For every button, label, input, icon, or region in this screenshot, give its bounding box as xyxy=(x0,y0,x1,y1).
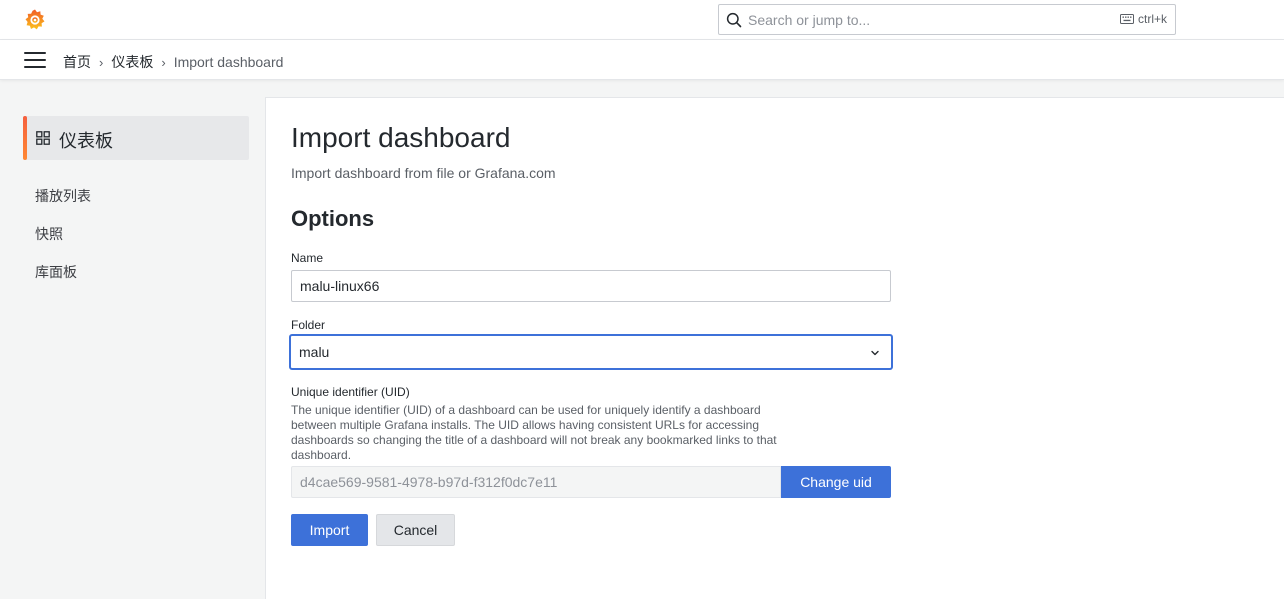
section-title: Options xyxy=(291,206,375,231)
folder-select-value: malu xyxy=(299,344,330,360)
page-title: Import dashboard xyxy=(291,122,511,153)
search-bar[interactable]: Search or jump to... ctrl+k xyxy=(718,4,1176,35)
sidebar-item-dashboards[interactable]: 仪表板 xyxy=(23,116,249,160)
main-content: Import dashboard Import dashboard from f… xyxy=(265,97,1284,599)
breadcrumb: 首页 › 仪表板 › Import dashboard xyxy=(63,52,283,72)
folder-select[interactable]: malu xyxy=(289,334,893,370)
import-button[interactable]: Import xyxy=(291,514,368,546)
active-indicator xyxy=(23,116,27,160)
keyboard-icon xyxy=(1119,14,1134,24)
chevron-down-icon xyxy=(871,350,879,356)
uid-input: d4cae569-9581-4978-b97d-f312f0dc7e11 xyxy=(291,466,781,498)
breadcrumb-home[interactable]: 首页 xyxy=(63,52,91,72)
sidebar-item-library-panels[interactable]: 库面板 xyxy=(35,262,77,282)
breadcrumb-bar: 首页 › 仪表板 › Import dashboard xyxy=(0,40,1284,80)
breadcrumb-dashboards[interactable]: 仪表板 xyxy=(111,52,153,72)
search-placeholder: Search or jump to... xyxy=(748,12,871,28)
change-uid-button[interactable]: Change uid xyxy=(781,466,891,498)
menu-icon[interactable] xyxy=(24,52,46,68)
search-icon xyxy=(726,12,742,28)
uid-label: Unique identifier (UID) xyxy=(291,385,410,399)
sidebar-item-playlists[interactable]: 播放列表 xyxy=(35,186,91,206)
breadcrumb-current: Import dashboard xyxy=(173,54,284,70)
grafana-logo-icon[interactable] xyxy=(23,8,47,32)
name-label: Name xyxy=(291,251,324,265)
name-input[interactable]: malu-linux66 xyxy=(291,270,891,302)
sidebar-item-label: 仪表板 xyxy=(59,131,113,151)
breadcrumb-separator-icon: › xyxy=(99,54,104,70)
keyboard-shortcut: ctrl+k xyxy=(1119,12,1167,26)
sidebar-item-snapshots[interactable]: 快照 xyxy=(35,224,63,244)
folder-label: Folder xyxy=(291,318,326,332)
sidebar: 仪表板 播放列表 快照 库面板 xyxy=(7,97,265,599)
apps-grid-icon xyxy=(36,131,50,145)
cancel-button[interactable]: Cancel xyxy=(376,514,455,546)
top-bar: Search or jump to... ctrl+k xyxy=(0,0,1284,40)
uid-description: The unique identifier (UID) of a dashboa… xyxy=(291,403,777,462)
page-subtitle: Import dashboard from file or Grafana.co… xyxy=(291,165,556,181)
shortcut-text: ctrl+k xyxy=(1137,12,1167,26)
breadcrumb-separator-icon: › xyxy=(161,54,166,70)
